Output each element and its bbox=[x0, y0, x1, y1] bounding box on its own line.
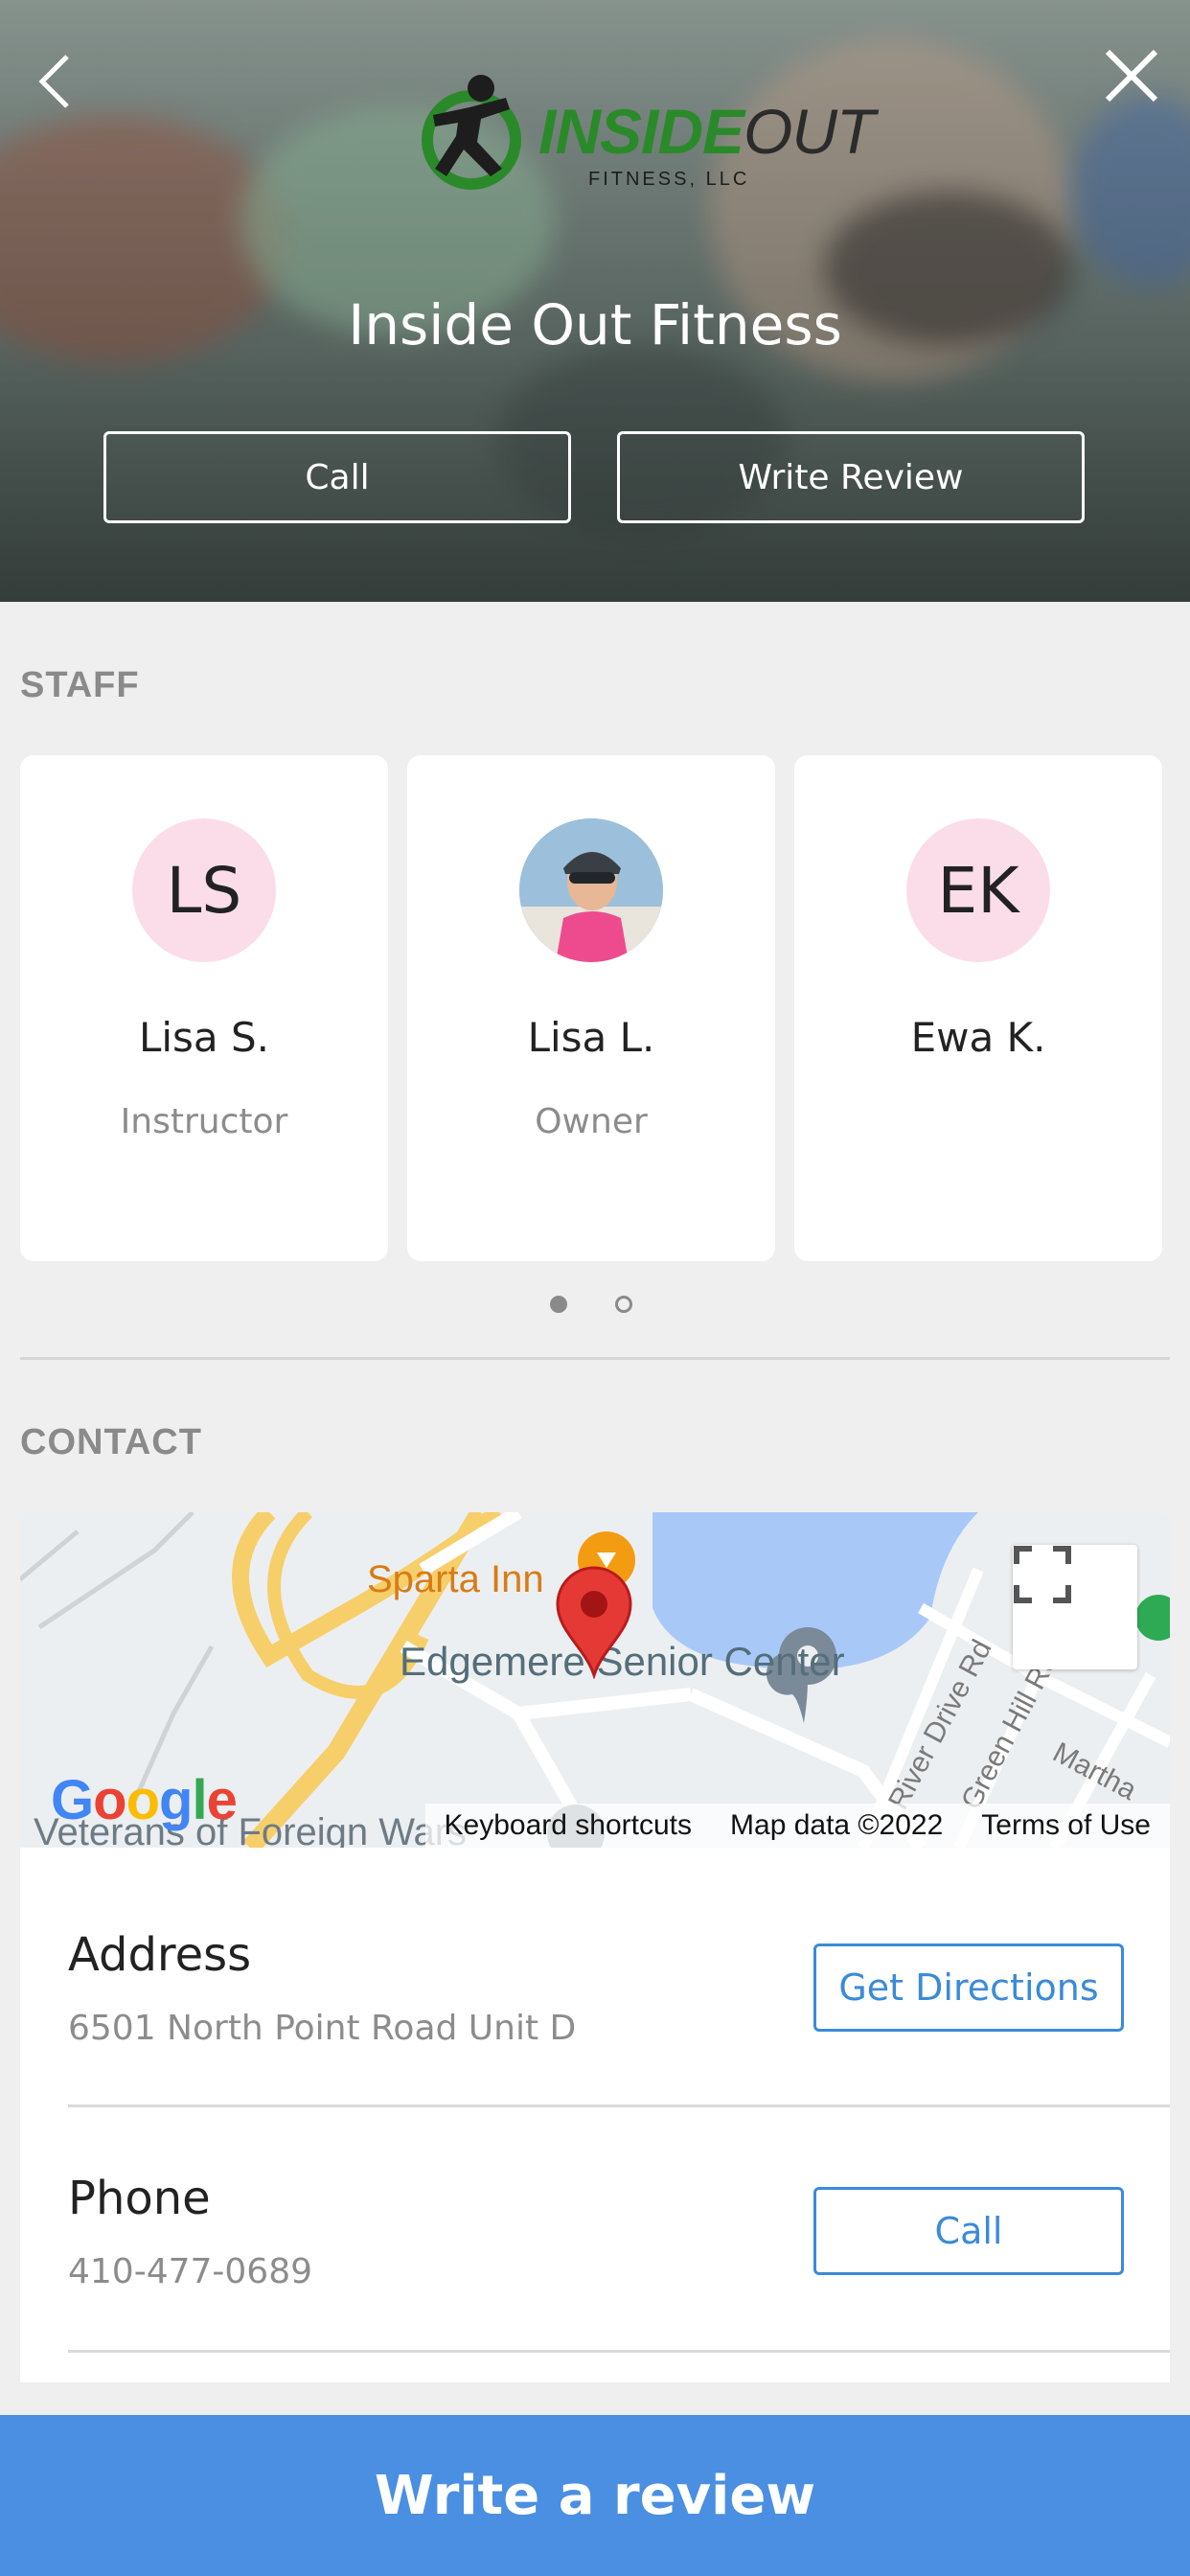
write-review-button[interactable]: Write Review bbox=[617, 431, 1085, 523]
back-button[interactable] bbox=[25, 48, 82, 115]
contact-panel: Address 6501 North Point Road Unit D Get… bbox=[20, 1848, 1170, 2382]
location-map[interactable]: Sparta Inn Edgemere Senior Center River … bbox=[20, 1512, 1170, 1848]
person-photo-icon bbox=[519, 818, 663, 962]
write-a-review-button[interactable]: Write a review bbox=[0, 2415, 1190, 2576]
staff-card[interactable]: LS Lisa S. Instructor bbox=[20, 755, 388, 1261]
map-label: Sparta Inn bbox=[367, 1558, 544, 1600]
staff-role: Instructor bbox=[120, 1102, 288, 1141]
close-button[interactable] bbox=[1098, 42, 1165, 109]
business-logo: INSIDEOUT FITNESS, LLC bbox=[414, 69, 875, 194]
avatar-initials: EK bbox=[906, 818, 1050, 962]
hero-header: INSIDEOUT FITNESS, LLC Inside Out Fitnes… bbox=[0, 0, 1190, 602]
phone-value: 410-477-0689 bbox=[68, 2252, 313, 2291]
runner-logo-icon bbox=[422, 75, 521, 190]
logo-subtitle: FITNESS, LLC bbox=[588, 169, 750, 190]
fullscreen-icon bbox=[1014, 1546, 1071, 1603]
address-label: Address bbox=[68, 1928, 252, 1982]
section-divider bbox=[20, 1357, 1170, 1360]
staff-name: Lisa L. bbox=[527, 1014, 655, 1061]
staff-card[interactable]: EK Ewa K. bbox=[794, 755, 1162, 1261]
terms-of-use-link[interactable]: Terms of Use bbox=[962, 1809, 1170, 1842]
call-button[interactable]: Call bbox=[103, 431, 571, 523]
google-logo: Google bbox=[51, 1769, 238, 1831]
map-marker-icon[interactable] bbox=[551, 1564, 637, 1679]
avatar-initials: LS bbox=[132, 818, 276, 962]
get-directions-button[interactable]: Get Directions bbox=[813, 1944, 1124, 2032]
staff-name: Ewa K. bbox=[910, 1014, 1046, 1061]
map-attribution-bar: Keyboard shortcuts Map data ©2022 Terms … bbox=[424, 1804, 1170, 1848]
call-phone-button[interactable]: Call bbox=[813, 2187, 1124, 2275]
avatar-photo bbox=[519, 818, 663, 962]
staff-heading: STAFF bbox=[20, 665, 140, 705]
staff-name: Lisa S. bbox=[138, 1014, 270, 1061]
pager-dot[interactable] bbox=[615, 1296, 632, 1313]
carousel-pager[interactable] bbox=[550, 1296, 632, 1313]
pager-dot-active[interactable] bbox=[550, 1296, 567, 1313]
fullscreen-button[interactable] bbox=[1013, 1545, 1137, 1669]
staff-card[interactable]: Lisa L. Owner bbox=[407, 755, 775, 1261]
row-divider bbox=[68, 2350, 1170, 2353]
keyboard-shortcuts-link[interactable]: Keyboard shortcuts bbox=[425, 1809, 711, 1842]
chevron-left-icon bbox=[38, 55, 69, 108]
business-title: Inside Out Fitness bbox=[348, 292, 842, 357]
logo-wordmark: INSIDEOUT bbox=[538, 96, 875, 167]
contact-heading: CONTACT bbox=[20, 1422, 202, 1462]
phone-label: Phone bbox=[68, 2172, 211, 2225]
staff-role: Owner bbox=[535, 1102, 648, 1141]
row-divider bbox=[68, 2104, 1170, 2107]
map-data-text: Map data ©2022 bbox=[730, 1809, 944, 1841]
address-value: 6501 North Point Road Unit D bbox=[68, 2009, 577, 2048]
close-icon bbox=[1105, 49, 1158, 103]
